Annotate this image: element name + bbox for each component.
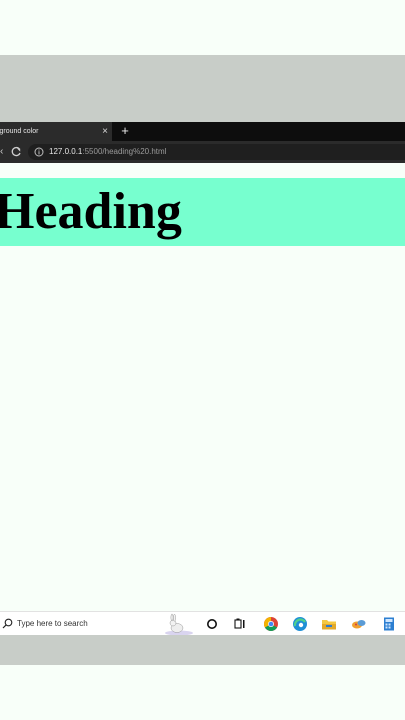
back-arrow-icon[interactable]: ‹ [0,141,3,163]
page-top-gap [0,163,405,178]
page-heading: Heading [0,183,182,240]
search-placeholder: Type here to search [17,619,88,628]
new-tab-button[interactable]: + [119,122,131,141]
reload-icon[interactable] [10,146,22,158]
tab-close-icon[interactable]: × [102,122,108,141]
url-host: 127.0.0.1 [49,147,83,156]
url-text[interactable]: 127.0.0.1:5500/heading%20.html [49,144,166,160]
rabbit-illustration-icon [165,613,193,635]
task-view-icon[interactable] [232,616,248,632]
browser-toolbar: ‹ 127.0.0.1:5500/heading%20.html [0,141,405,163]
desktop-margin-bottom [0,635,405,665]
file-explorer-icon[interactable] [321,616,337,632]
heading-section: Heading [0,178,405,246]
windows-taskbar: Type here to search [0,611,405,635]
calculator-icon[interactable] [381,616,397,632]
bottom-letterbox [0,665,405,720]
address-bar[interactable]: 127.0.0.1:5500/heading%20.html [28,144,405,160]
taskbar-search[interactable]: Type here to search [0,612,197,635]
paint-icon[interactable] [351,616,367,632]
cortana-icon[interactable] [204,616,220,632]
site-info-icon[interactable] [34,147,44,157]
desktop-margin-top [0,55,405,122]
top-letterbox [0,0,405,55]
tab-title: kground color [0,128,39,135]
edge-icon[interactable] [292,616,308,632]
url-path: :5500/heading%20.html [82,147,167,156]
browser-tab-strip: kground color × + [0,122,405,141]
browser-tab[interactable]: kground color × [0,122,112,141]
chrome-icon[interactable] [263,616,279,632]
search-icon [2,618,13,629]
page-body [0,246,405,611]
